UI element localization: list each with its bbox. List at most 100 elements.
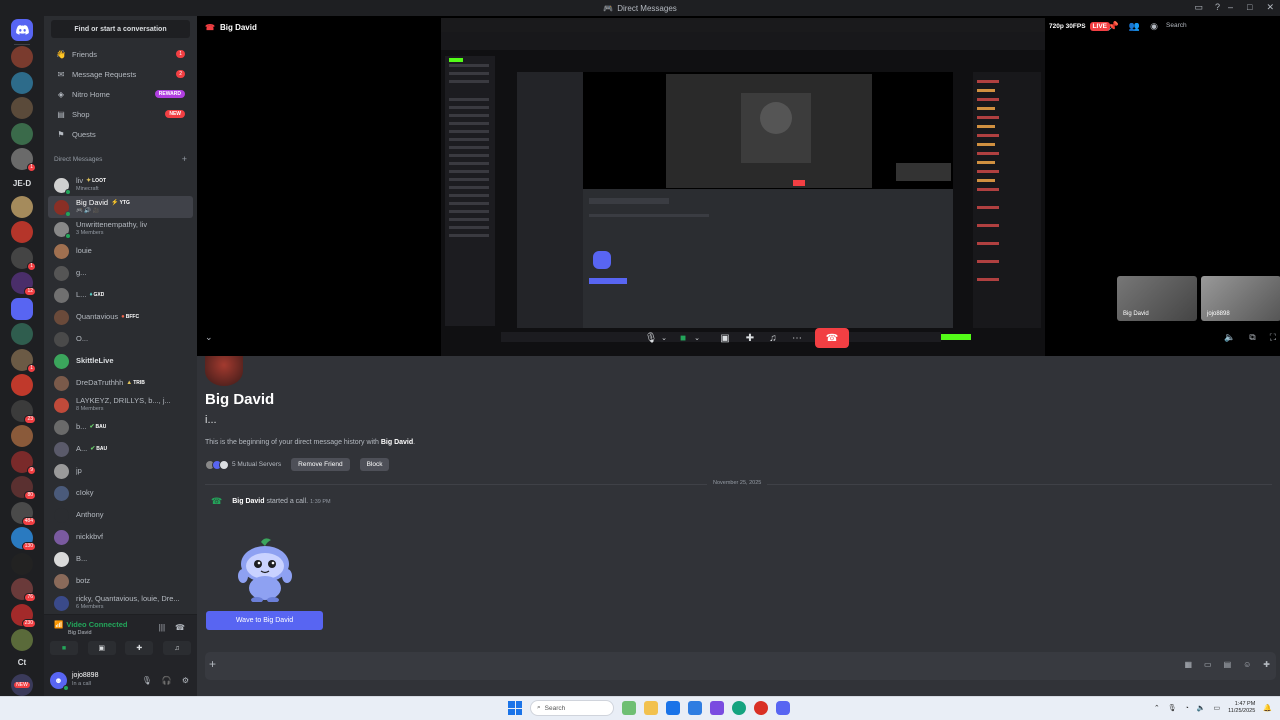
server-icon[interactable]: 1 <box>11 348 36 373</box>
headphones-icon[interactable]: 🎧 <box>162 676 172 685</box>
search-input[interactable]: Search <box>1164 22 1270 34</box>
server-icon[interactable] <box>11 71 33 94</box>
inbox-icon[interactable]: ▭ <box>1194 2 1203 13</box>
more-button[interactable]: ⋯ <box>789 328 805 348</box>
volume-icon[interactable]: 🔈 <box>1224 332 1235 343</box>
dm-item[interactable]: g... <box>48 262 193 284</box>
server-icon[interactable] <box>11 122 33 145</box>
dm-item[interactable]: B... <box>48 548 193 570</box>
server-icon[interactable]: 130 <box>11 527 36 552</box>
server-new[interactable]: NEW <box>11 673 33 696</box>
chrome-icon[interactable] <box>754 701 768 715</box>
chevron-down-icon[interactable]: ⌄ <box>205 332 213 343</box>
help-icon[interactable]: ? <box>1215 2 1220 13</box>
nav-nitro-home[interactable]: ◈ Nitro Home REWARD <box>48 84 193 104</box>
notifications-icon[interactable]: 🔔 <box>1263 704 1272 712</box>
folder-icon[interactable] <box>11 297 33 320</box>
taskbar-search[interactable]: ⌕ Search <box>530 700 614 716</box>
sticker-icon[interactable]: ▤ <box>1224 660 1232 669</box>
camera-options[interactable]: ⌄ <box>692 328 702 348</box>
file-explorer-icon[interactable] <box>644 701 658 715</box>
minimize-button[interactable]: – <box>1228 2 1233 13</box>
dm-item[interactable]: louie <box>48 240 193 262</box>
emoji-icon[interactable]: ☺ <box>1243 660 1251 669</box>
server-je-d[interactable]: JE-D <box>9 174 35 193</box>
dm-item[interactable]: L... ♦ GXD <box>48 284 193 306</box>
wifi-icon[interactable]: ◔ <box>1185 705 1189 712</box>
dm-item[interactable]: nickkbvf <box>48 526 193 548</box>
noise-suppression-icon[interactable]: ||| <box>159 623 165 632</box>
dm-item[interactable]: liv ✦ LOOT Minecraft <box>48 174 193 196</box>
gif-icon[interactable]: ▭ <box>1204 660 1212 669</box>
camera-button[interactable]: ■ <box>675 328 691 348</box>
remove-friend-button[interactable]: Remove Friend <box>291 458 350 471</box>
server-icon[interactable]: 23 <box>11 399 36 424</box>
nav-message-requests[interactable]: ✉ Message Requests 2 <box>48 64 193 84</box>
nav-quests[interactable]: ⚑ Quests <box>48 124 193 144</box>
user-info[interactable]: jojo8898 In a call <box>72 672 98 688</box>
dm-item[interactable]: b... ✔ BAU <box>48 416 193 438</box>
dm-item[interactable]: Quantavious ● BFFC <box>48 306 193 328</box>
edge-icon[interactable] <box>732 701 746 715</box>
add-dm-button[interactable]: + <box>182 154 187 164</box>
activities-button[interactable]: ✚ <box>742 328 758 348</box>
server-ct[interactable]: Ct <box>9 653 35 672</box>
battery-icon[interactable]: ▭ <box>1214 704 1221 712</box>
store-icon[interactable] <box>666 701 680 715</box>
dm-item[interactable]: botz <box>48 570 193 592</box>
maximize-button[interactable]: □ <box>1247 2 1252 13</box>
find-conversation-button[interactable]: Find or start a conversation <box>51 20 190 38</box>
add-friend-icon[interactable]: 👥 <box>1129 21 1140 32</box>
server-icon[interactable]: 230 <box>11 603 36 628</box>
dm-item[interactable]: O... <box>48 328 193 350</box>
server-icon[interactable] <box>11 46 33 69</box>
server-icon[interactable]: 1 <box>11 246 36 271</box>
message-composer[interactable]: + ▦ ▭ ▤ ☺ ✚ <box>205 652 1276 680</box>
mutual-servers[interactable]: 5 Mutual Servers <box>232 461 281 468</box>
chevron-up-icon[interactable]: ⌃ <box>1154 704 1160 712</box>
dm-item[interactable]: LAYKEYZ, DRILLYS, b..., j... 8 Members <box>48 394 193 416</box>
mic-options[interactable]: ⌄ <box>659 328 669 348</box>
pin-icon[interactable]: 📌 <box>1108 21 1119 32</box>
settings-icon[interactable]: ⚙ <box>182 676 189 685</box>
server-icon[interactable]: 484 <box>11 501 36 526</box>
mic-button[interactable]: 🎙 <box>644 328 658 348</box>
vpn-icon[interactable] <box>710 701 724 715</box>
user-avatar[interactable]: ☻ <box>50 671 69 691</box>
activities-button[interactable]: ✚ <box>125 641 154 655</box>
server-icon[interactable] <box>11 629 33 652</box>
wave-button[interactable]: Wave to Big David <box>206 611 323 630</box>
gift-icon[interactable]: ▦ <box>1184 660 1192 669</box>
dm-item-active[interactable]: Big David ⚡ YTG 🎮 🔊 🎥 <box>48 196 193 218</box>
disconnect-icon[interactable]: ☎ <box>175 623 185 632</box>
screenshare-button[interactable]: ▣ <box>87 641 116 655</box>
attach-icon[interactable]: + <box>209 657 216 671</box>
server-icon[interactable] <box>11 425 33 448</box>
screen-share-stream[interactable] <box>441 18 1045 356</box>
photos-icon[interactable] <box>688 701 702 715</box>
start-button[interactable] <box>508 701 522 715</box>
dm-item[interactable]: jp <box>48 460 193 482</box>
server-icon[interactable]: 80 <box>11 476 36 501</box>
server-icon[interactable] <box>11 323 33 346</box>
server-icon[interactable]: 12 <box>11 272 36 297</box>
voice-channel[interactable]: Big David <box>68 630 92 636</box>
server-icon[interactable] <box>11 374 33 397</box>
dm-item[interactable]: Anthony <box>48 504 193 526</box>
server-icon[interactable] <box>11 221 33 244</box>
discord-taskbar-icon[interactable] <box>776 701 790 715</box>
home-button[interactable] <box>11 19 33 41</box>
camera-button[interactable]: ■ <box>50 641 78 655</box>
soundboard-button[interactable]: ♫ <box>162 641 191 655</box>
mic-icon[interactable]: 🎙 <box>142 676 152 685</box>
caller-name[interactable]: Big David <box>232 498 264 505</box>
server-icon[interactable] <box>11 97 33 120</box>
nav-shop[interactable]: ▤ Shop NEW <box>48 104 193 124</box>
end-call-button[interactable]: ☎ <box>815 328 849 348</box>
nav-friends[interactable]: 👋 Friends 1 <box>48 44 193 64</box>
volume-tray-icon[interactable]: 🔈 <box>1197 704 1206 712</box>
server-icon[interactable] <box>11 195 33 218</box>
soundboard-button[interactable]: ♫ <box>765 328 781 348</box>
participant-tile[interactable]: jojo8898 <box>1201 276 1280 321</box>
profile-avatar[interactable] <box>205 356 243 386</box>
